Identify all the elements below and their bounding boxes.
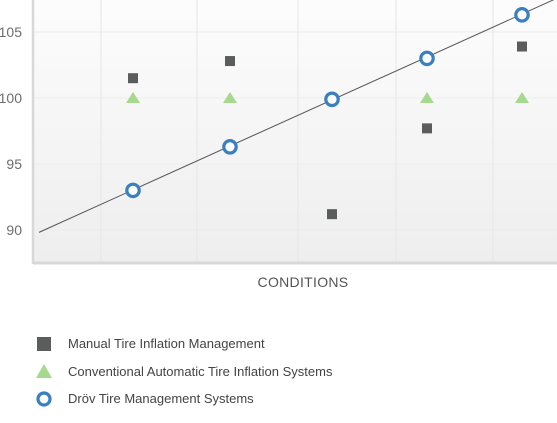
y-tick-label: 95 [6,156,22,172]
legend-label: Conventional Automatic Tire Inflation Sy… [68,363,333,379]
triangle-marker-icon [34,361,54,381]
x-axis-title: CONDITIONS [258,274,349,290]
drov-data-point [514,7,530,23]
legend-label: Dröv Tire Management Systems [68,391,254,407]
manual-data-point [422,123,432,134]
drov-data-point [324,91,340,108]
manual-data-point [327,209,337,220]
legend-label: Manual Tire Inflation Management [68,336,265,352]
y-tick-label: 105 [0,24,22,40]
manual-data-point [128,73,138,84]
drov-data-point [125,182,141,199]
plot-background [33,0,557,262]
circle-marker-icon [34,389,54,409]
legend-item-drov: Dröv Tire Management Systems [34,385,534,413]
y-tick-label: 100 [0,90,22,106]
chart-legend: Manual Tire Inflation Management Convent… [34,330,534,413]
legend-item-conventional: Conventional Automatic Tire Inflation Sy… [34,358,534,386]
square-marker-icon [34,334,54,354]
manual-data-point [225,56,235,67]
y-tick-label: 90 [6,222,22,238]
manual-data-point [517,41,527,52]
drov-data-point [419,50,435,67]
legend-item-manual: Manual Tire Inflation Management [34,330,534,358]
drov-data-point [222,139,238,155]
